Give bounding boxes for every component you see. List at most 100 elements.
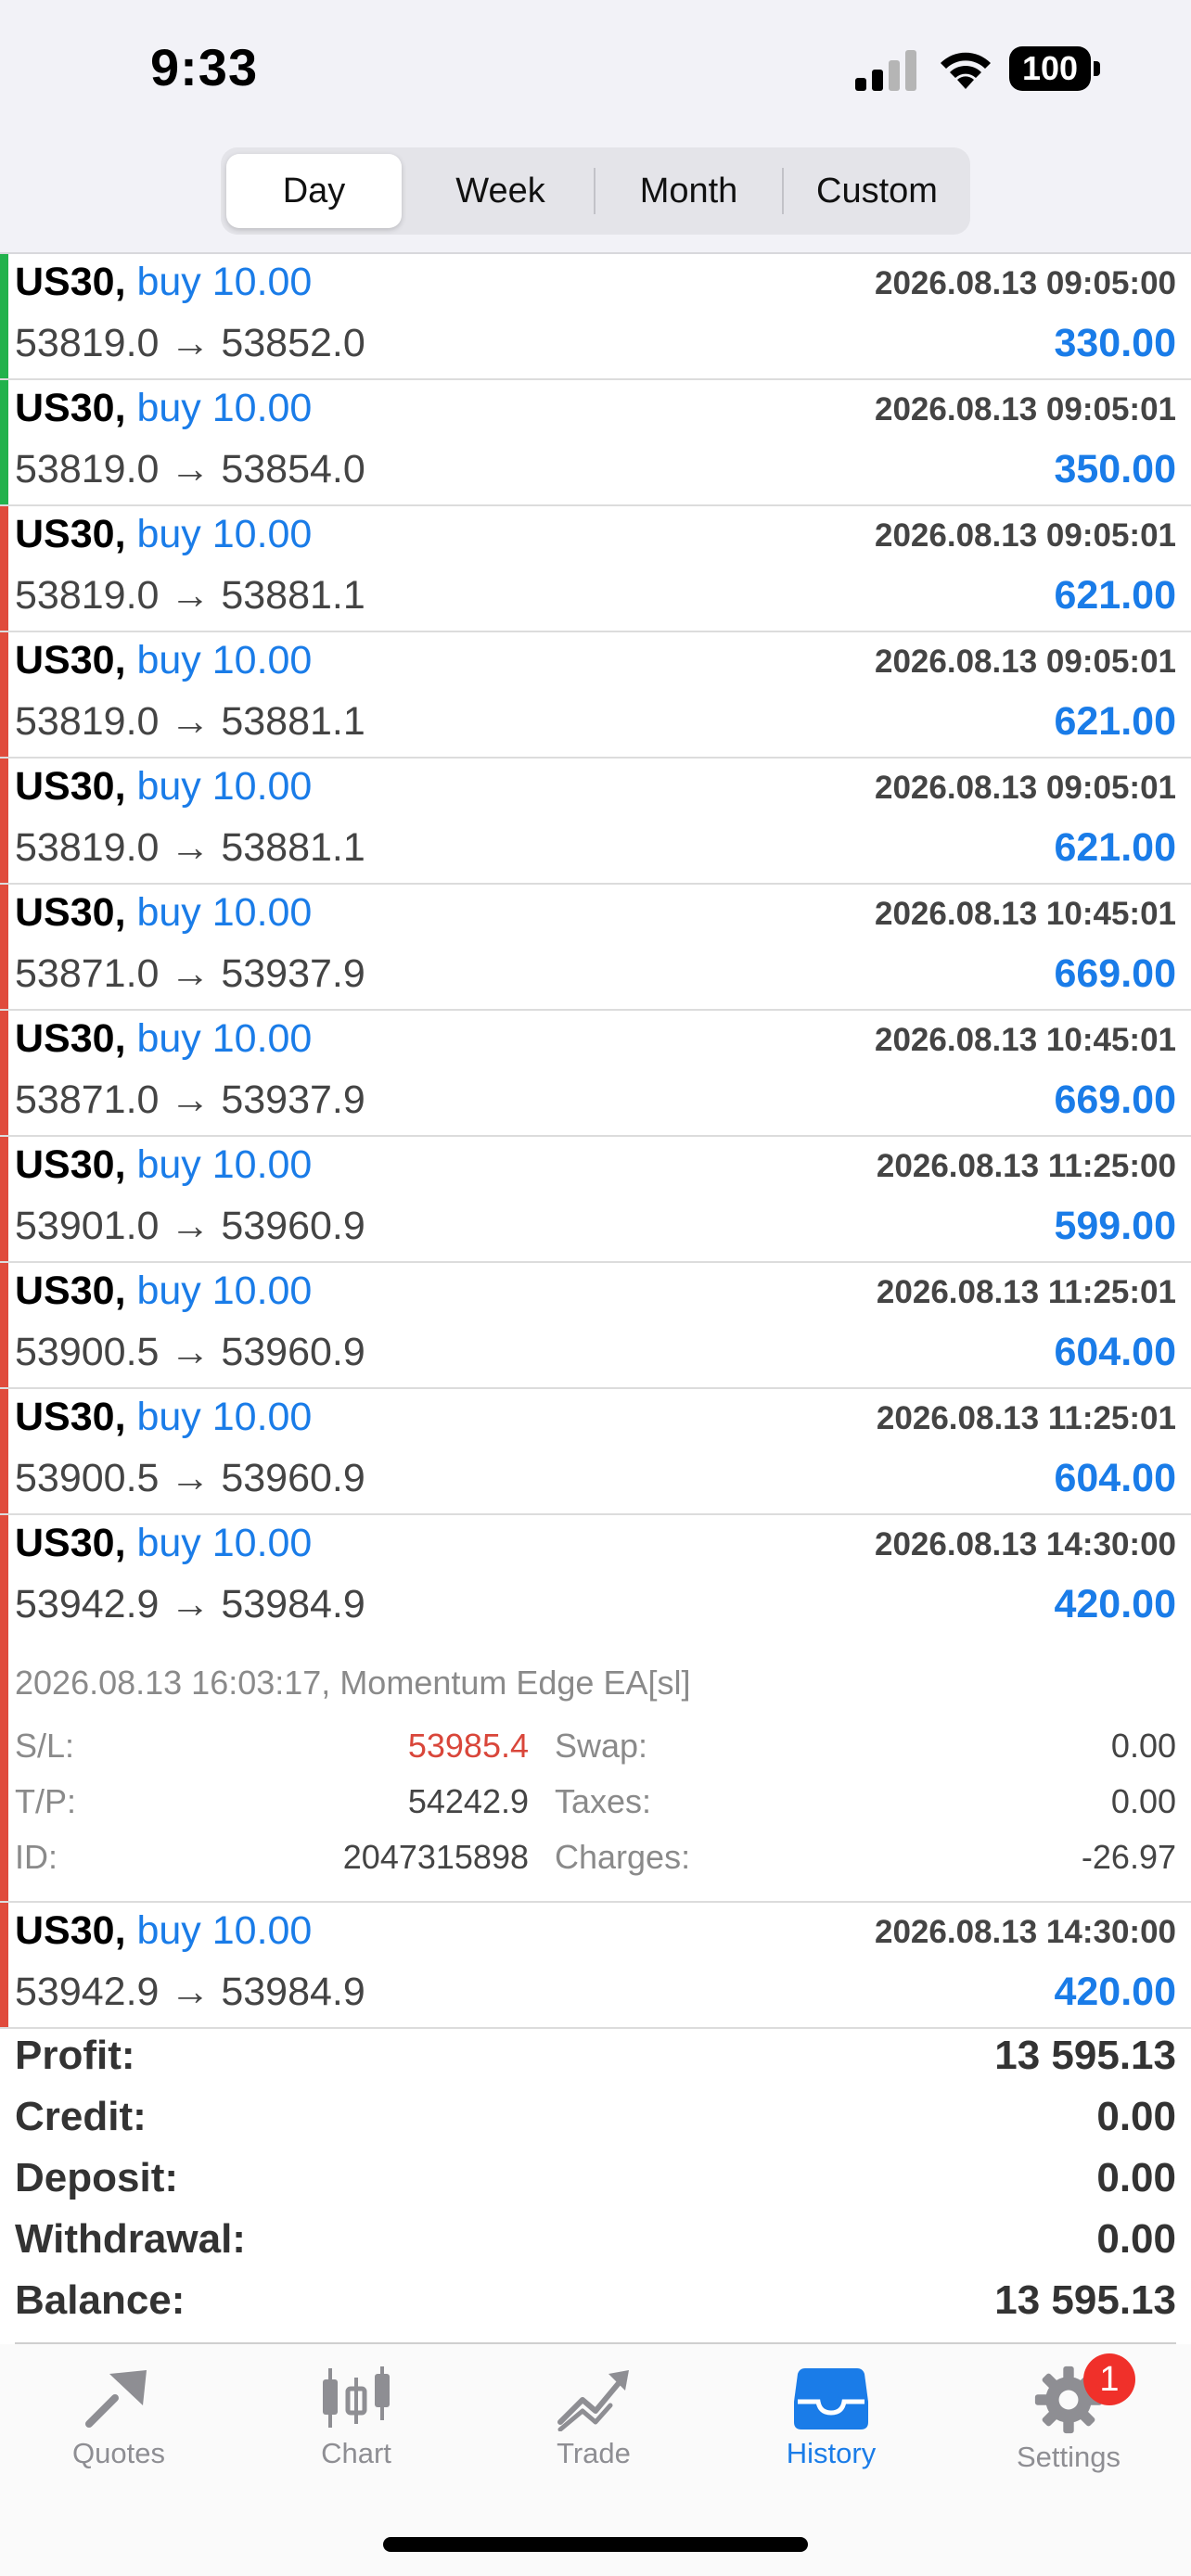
deal-prices: 53819.0 → 53854.0 (15, 447, 365, 491)
deal-profit: 350.00 (1054, 447, 1176, 491)
tab-day[interactable]: Day (226, 154, 402, 228)
deal-row[interactable]: US30, buy 10.00 2026.08.13 10:45:01 5387… (0, 885, 1191, 1011)
deal-symbol: US30, (15, 260, 126, 304)
deal-prices: 53900.5 → 53960.9 (15, 1456, 365, 1500)
deal-status-bar (0, 632, 8, 757)
deal-symbol: US30, (15, 1908, 126, 1953)
deal-time: 2026.08.13 09:05:01 (875, 770, 1176, 806)
deal-row[interactable]: US30, buy 10.00 2026.08.13 11:25:01 5390… (0, 1263, 1191, 1389)
deal-status-bar (0, 1263, 8, 1387)
deal-symbol: US30, (15, 1016, 126, 1061)
trade-icon (557, 2370, 629, 2431)
deal-symbol: US30, (15, 1142, 126, 1187)
tab-label: Quotes (72, 2437, 165, 2469)
deal-row[interactable]: US30, buy 10.00 2026.08.13 10:45:01 5387… (0, 1011, 1191, 1137)
deal-status-bar (0, 506, 8, 631)
swap-value: 0.00 (1110, 1727, 1176, 1765)
summary-value: 13 595.13 (994, 2033, 1176, 2078)
status-bar: 9:33 100 (0, 0, 1191, 139)
summary-row-withdrawal: Withdrawal: 0.00 (15, 2216, 1176, 2274)
wifi-icon (941, 52, 991, 89)
deal-comment: 2026.08.13 16:03:17, Momentum Edge EA[sl… (15, 1664, 691, 1702)
deal-status-bar (0, 1137, 8, 1261)
id-label: ID: (15, 1838, 58, 1876)
tab-custom[interactable]: Custom (789, 154, 965, 228)
deal-symbol: US30, (15, 1269, 126, 1313)
deal-direction: buy 10.00 (136, 890, 313, 935)
segment-divider (782, 168, 784, 214)
summary-value: 0.00 (1096, 2155, 1176, 2200)
deal-time: 2026.08.13 09:05:00 (875, 265, 1176, 301)
deal-row[interactable]: US30, buy 10.00 2026.08.13 09:05:01 5381… (0, 632, 1191, 759)
deal-profit: 599.00 (1054, 1204, 1176, 1248)
tp-value: 54242.9 (407, 1782, 529, 1820)
sl-label: S/L: (15, 1727, 75, 1765)
deal-direction: buy 10.00 (136, 1142, 313, 1187)
tab-history[interactable]: History (712, 2344, 950, 2483)
deal-direction: buy 10.00 (136, 638, 313, 682)
battery-icon: 100 (1009, 46, 1104, 93)
deal-profit: 621.00 (1054, 699, 1176, 744)
deal-prices: 53900.5 → 53960.9 (15, 1330, 365, 1374)
deal-time: 2026.08.13 11:25:01 (876, 1274, 1176, 1310)
status-time: 9:33 (150, 38, 259, 96)
deal-prices: 53819.0 → 53852.0 (15, 321, 365, 365)
summary-value: 0.00 (1096, 2216, 1176, 2262)
deal-symbol: US30, (15, 638, 126, 682)
deal-row[interactable]: US30, buy 10.00 2026.08.13 09:05:00 5381… (0, 254, 1191, 380)
deal-prices: 53942.9 → 53984.9 (15, 1582, 365, 1626)
deal-prices: 53871.0 → 53937.9 (15, 951, 365, 996)
summary-row-credit: Credit: 0.00 (15, 2094, 1176, 2151)
deal-row[interactable]: US30, buy 10.00 2026.08.13 11:25:01 5390… (0, 1389, 1191, 1515)
deal-row[interactable]: US30, buy 10.00 2026.08.13 09:05:01 5381… (0, 380, 1191, 506)
deal-direction: buy 10.00 (136, 1521, 313, 1565)
deal-status-bar (0, 254, 8, 378)
deal-prices: 53819.0 → 53881.1 (15, 573, 365, 618)
deal-direction: buy 10.00 (136, 1269, 313, 1313)
deal-symbol: US30, (15, 512, 126, 556)
deal-status-bar (0, 885, 8, 1009)
tab-quotes[interactable]: Quotes (0, 2344, 237, 2483)
tab-trade[interactable]: Trade (475, 2344, 712, 2483)
tab-month[interactable]: Month (601, 154, 776, 228)
summary-value: 13 595.13 (994, 2277, 1176, 2323)
deal-time: 2026.08.13 11:25:00 (876, 1148, 1176, 1184)
deal-profit: 669.00 (1054, 1078, 1176, 1122)
deal-profit: 669.00 (1054, 951, 1176, 996)
deal-row[interactable]: US30, buy 10.00 2026.08.13 09:05:01 5381… (0, 506, 1191, 632)
deal-direction: buy 10.00 (136, 512, 313, 556)
notification-badge: 1 (1083, 2353, 1135, 2405)
deal-status-bar (0, 380, 8, 504)
tab-label: History (786, 2437, 877, 2469)
taxes-value: 0.00 (1110, 1782, 1176, 1820)
tab-chart[interactable]: Chart (237, 2344, 475, 2483)
deal-prices: 53901.0 → 53960.9 (15, 1204, 365, 1248)
charges-value: -26.97 (1081, 1838, 1176, 1876)
tab-bar: Quotes Chart Trade History 1 Settings (0, 2344, 1191, 2576)
deal-profit: 621.00 (1054, 825, 1176, 870)
deal-row[interactable]: US30, buy 10.00 2026.08.13 14:30:00 5394… (0, 1903, 1191, 2029)
deal-profit: 330.00 (1054, 321, 1176, 365)
summary-panel: Profit: 13 595.13 Credit: 0.00 Deposit: … (0, 2023, 1191, 2344)
deal-symbol: US30, (15, 890, 126, 935)
summary-row-profit: Profit: 13 595.13 (15, 2033, 1176, 2090)
home-indicator[interactable] (383, 2537, 808, 2552)
history-icon (794, 2368, 868, 2429)
deal-time: 2026.08.13 09:05:01 (875, 644, 1176, 680)
tab-settings[interactable]: 1 Settings (950, 2344, 1187, 2483)
deal-row[interactable]: US30, buy 10.00 2026.08.13 09:05:01 5381… (0, 759, 1191, 885)
deal-direction: buy 10.00 (136, 260, 313, 304)
deal-row[interactable]: US30, buy 10.00 2026.08.13 11:25:00 5390… (0, 1137, 1191, 1263)
summary-label: Deposit: (15, 2155, 178, 2200)
deal-status-bar (0, 759, 8, 883)
deal-time: 2026.08.13 09:05:01 (875, 391, 1176, 427)
taxes-label: Taxes: (555, 1782, 652, 1820)
summary-label: Withdrawal: (15, 2216, 246, 2262)
deal-profit: 420.00 (1054, 1582, 1176, 1626)
deal-row-expanded[interactable]: US30, buy 10.00 2026.08.13 14:30:00 5394… (0, 1515, 1191, 1903)
swap-label: Swap: (555, 1727, 648, 1765)
tab-week[interactable]: Week (413, 154, 588, 228)
summary-row-balance: Balance: 13 595.13 (15, 2277, 1176, 2335)
id-value: 2047315898 (342, 1838, 529, 1876)
summary-label: Credit: (15, 2094, 147, 2139)
